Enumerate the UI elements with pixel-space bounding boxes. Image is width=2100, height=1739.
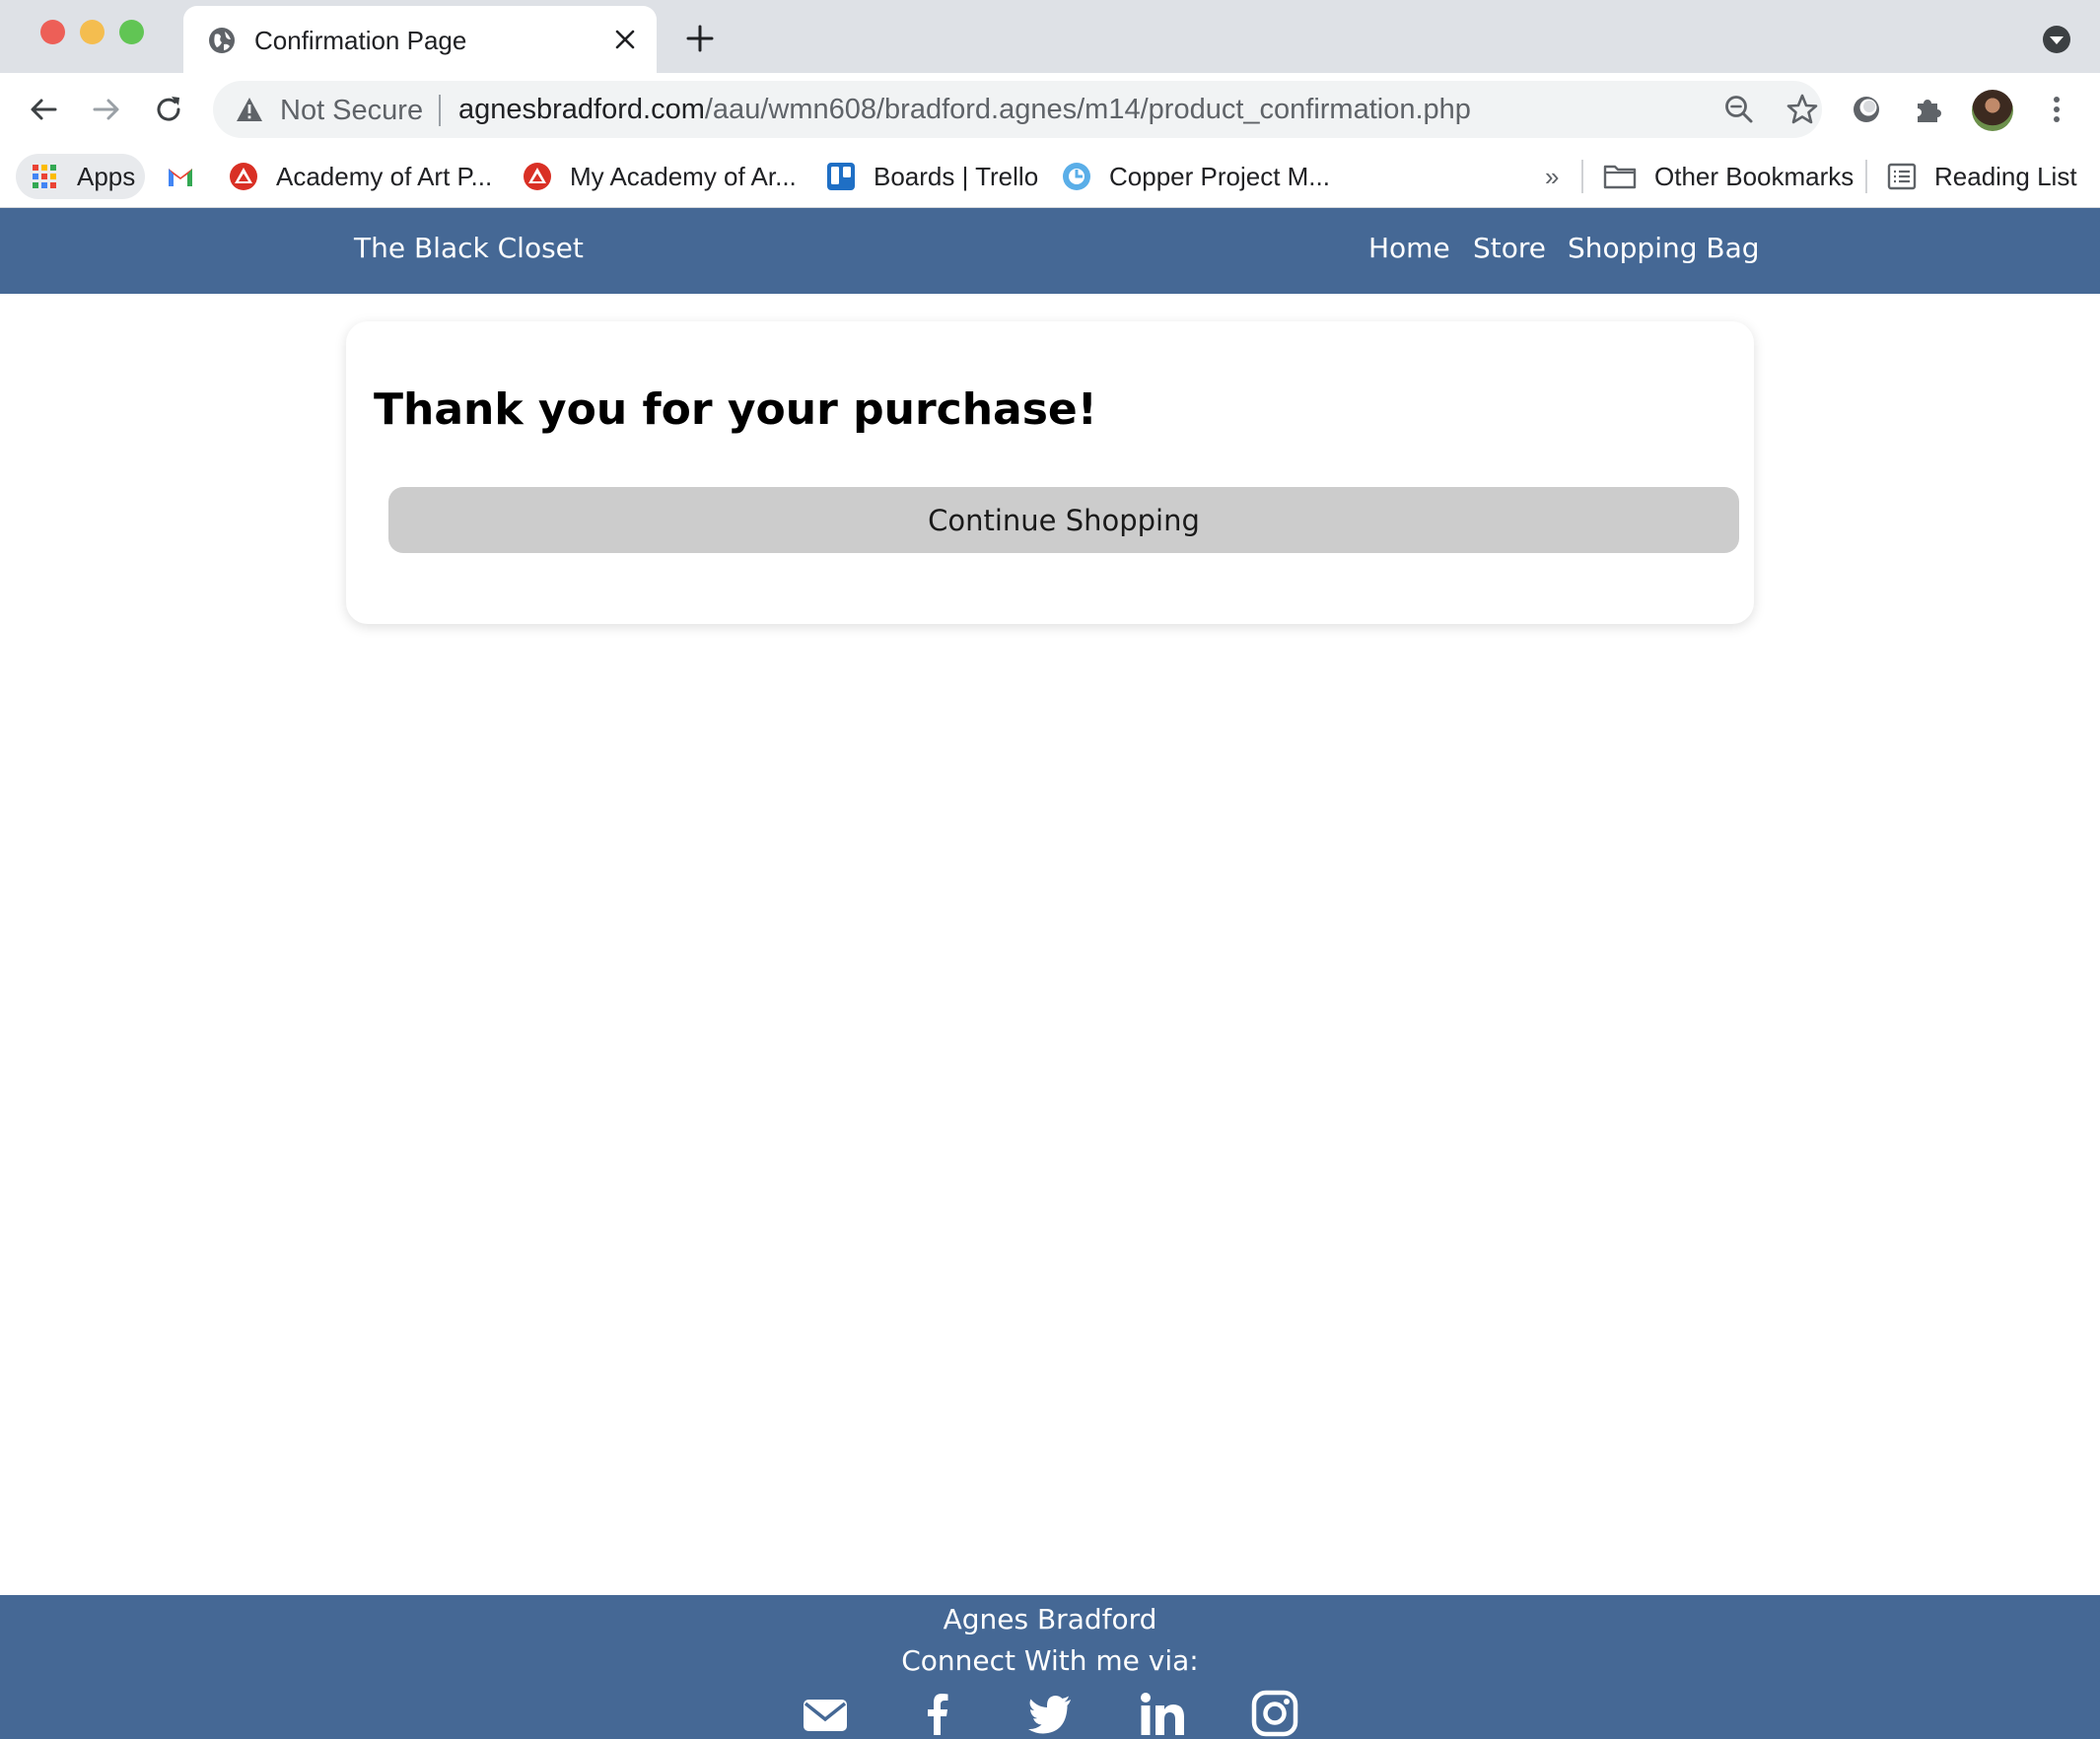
bookmark-apps[interactable]: Apps (30, 146, 135, 207)
bookmark-label: Boards | Trello (874, 161, 1039, 191)
new-tab-icon[interactable] (685, 24, 715, 53)
bookmarks-overflow-button[interactable]: » (1545, 146, 1559, 207)
confirmation-heading: Thank you for your purchase! (374, 384, 1097, 435)
academy-icon (230, 163, 257, 190)
footer-author-name: Agnes Bradford (943, 1603, 1157, 1635)
reload-icon[interactable] (151, 92, 186, 127)
apps-grid-icon (33, 165, 56, 188)
maximize-window-button[interactable] (119, 20, 144, 44)
bookmark-label: Other Bookmarks (1654, 161, 1855, 191)
reading-list-button[interactable]: Reading List (1887, 146, 2077, 207)
warning-icon[interactable] (235, 96, 264, 123)
close-window-button[interactable] (40, 20, 65, 44)
bookmark-label: My Academy of Ar... (570, 161, 797, 191)
reading-list-icon (1887, 163, 1917, 190)
academy-icon (524, 163, 551, 190)
nav-shopping-bag[interactable]: Shopping Bag (1568, 232, 1760, 264)
overflow-chevron-icon: » (1545, 161, 1560, 191)
trello-icon (827, 163, 855, 190)
close-tab-icon[interactable] (611, 26, 639, 53)
active-tab[interactable]: Confirmation Page (183, 6, 657, 73)
tab-title: Confirmation Page (254, 26, 467, 55)
gmail-icon (169, 169, 192, 186)
bookmark-label: Reading List (1934, 161, 2077, 191)
envelope-icon[interactable] (802, 1690, 849, 1737)
copper-icon (1063, 163, 1090, 190)
nav-store[interactable]: Store (1473, 232, 1546, 264)
extension-circle-icon[interactable] (1849, 92, 1884, 127)
tab-search-icon[interactable] (2041, 24, 2072, 55)
url-text[interactable]: agnesbradford.com/aau/wmn608/bradford.ag… (458, 94, 1471, 126)
folder-icon (1603, 165, 1637, 189)
minimize-window-button[interactable] (80, 20, 105, 44)
bookmark-gmail[interactable] (166, 146, 213, 207)
bookmark-label: Academy of Art P... (276, 161, 493, 191)
continue-shopping-button[interactable]: Continue Shopping (388, 487, 1739, 553)
bookmark-copper[interactable]: Copper Project M... (1062, 146, 1330, 207)
back-arrow-icon[interactable] (26, 92, 61, 127)
profile-avatar[interactable] (1972, 90, 2013, 131)
bookmark-other-bookmarks[interactable]: Other Bookmarks (1603, 146, 1854, 207)
bookmarks-divider (1581, 160, 1583, 193)
zoom-icon[interactable] (1721, 92, 1757, 127)
url-host: agnesbradford.com (458, 94, 705, 125)
address-divider (439, 95, 441, 126)
confirmation-card: Thank you for your purchase! Continue Sh… (346, 321, 1754, 624)
bookmark-star-icon[interactable] (1785, 92, 1820, 127)
kebab-menu-icon[interactable] (2039, 92, 2074, 127)
twitter-icon[interactable] (1026, 1690, 1074, 1737)
instagram-icon[interactable] (1251, 1690, 1298, 1737)
bookmark-trello[interactable]: Boards | Trello (826, 146, 1038, 207)
facebook-icon[interactable] (914, 1690, 961, 1737)
browser-tab-strip: Confirmation Page (0, 0, 2100, 73)
extensions-puzzle-icon[interactable] (1911, 92, 1946, 127)
footer-connect-text: Connect With me via: (901, 1644, 1199, 1677)
bookmark-label: Apps (77, 161, 136, 191)
globe-icon (209, 28, 235, 53)
site-brand-link[interactable]: The Black Closet (354, 232, 584, 264)
browser-toolbar: Not Secure agnesbradford.com/aau/wmn608/… (0, 73, 2100, 146)
bookmarks-bar: Apps Academy of Art P... My Academy of A… (0, 146, 2100, 208)
bookmark-label: Copper Project M... (1109, 161, 1330, 191)
bookmarks-divider (1865, 160, 1867, 193)
address-bar[interactable]: Not Secure agnesbradford.com/aau/wmn608/… (213, 81, 1822, 138)
nav-home[interactable]: Home (1368, 232, 1450, 264)
linkedin-icon[interactable] (1139, 1690, 1186, 1737)
forward-arrow-icon[interactable] (89, 92, 124, 127)
site-footer: Agnes Bradford Connect With me via: (0, 1595, 2100, 1739)
bookmark-academy-of-art-portal[interactable]: Academy of Art P... (229, 146, 492, 207)
security-status[interactable]: Not Secure (280, 95, 423, 127)
bookmark-my-academy-of-art[interactable]: My Academy of Ar... (523, 146, 797, 207)
url-path: /aau/wmn608/bradford.agnes/m14/product_c… (704, 94, 1471, 125)
site-header: The Black Closet Home Store Shopping Bag (0, 208, 2100, 294)
